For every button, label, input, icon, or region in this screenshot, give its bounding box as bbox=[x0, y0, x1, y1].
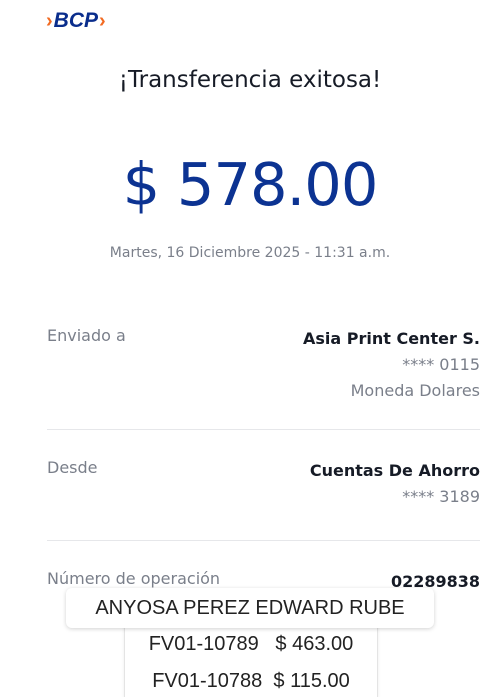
transfer-amount: $ 578.00 bbox=[122, 150, 379, 219]
payer-name-label: ANYOSA PEREZ EDWARD RUBE bbox=[66, 588, 434, 628]
recipient-account: **** 0115 bbox=[402, 355, 480, 374]
divider bbox=[47, 429, 480, 430]
invoice-line: FV01-10789 $ 463.00 bbox=[148, 633, 354, 655]
detail-label: Desde bbox=[47, 458, 98, 477]
detail-row-recipient: Enviado a Asia Print Center S. **** 0115… bbox=[47, 326, 480, 406]
recipient-currency: Moneda Dolares bbox=[350, 381, 480, 400]
source-account-type: Cuentas De Ahorro bbox=[309, 461, 480, 480]
chevron-right-icon: › bbox=[99, 9, 106, 32]
detail-values: Cuentas De Ahorro **** 3189 bbox=[310, 458, 480, 510]
divider bbox=[47, 540, 480, 541]
chevron-right-icon: › bbox=[46, 9, 53, 32]
source-account-number: **** 3189 bbox=[402, 487, 480, 506]
bcp-logo: › BCP › bbox=[46, 9, 106, 33]
transfer-datetime: Martes, 16 Diciembre 2025 - 11:31 a.m. bbox=[109, 245, 391, 261]
detail-row-source: Desde Cuentas De Ahorro **** 3189 bbox=[47, 458, 480, 518]
invoice-lines: FV01-10789 $ 463.00 FV01-10788 $ 115.00 bbox=[124, 624, 378, 697]
detail-label: Enviado a bbox=[47, 326, 126, 345]
logo-text: BCP bbox=[53, 9, 99, 32]
recipient-name: Asia Print Center S. bbox=[302, 329, 480, 348]
invoice-line: FV01-10788 $ 115.00 bbox=[152, 670, 350, 692]
detail-label: Número de operación bbox=[47, 569, 221, 588]
page-title: ¡Transferencia exitosa! bbox=[118, 67, 382, 93]
detail-values: Asia Print Center S. **** 0115 Moneda Do… bbox=[303, 326, 480, 404]
